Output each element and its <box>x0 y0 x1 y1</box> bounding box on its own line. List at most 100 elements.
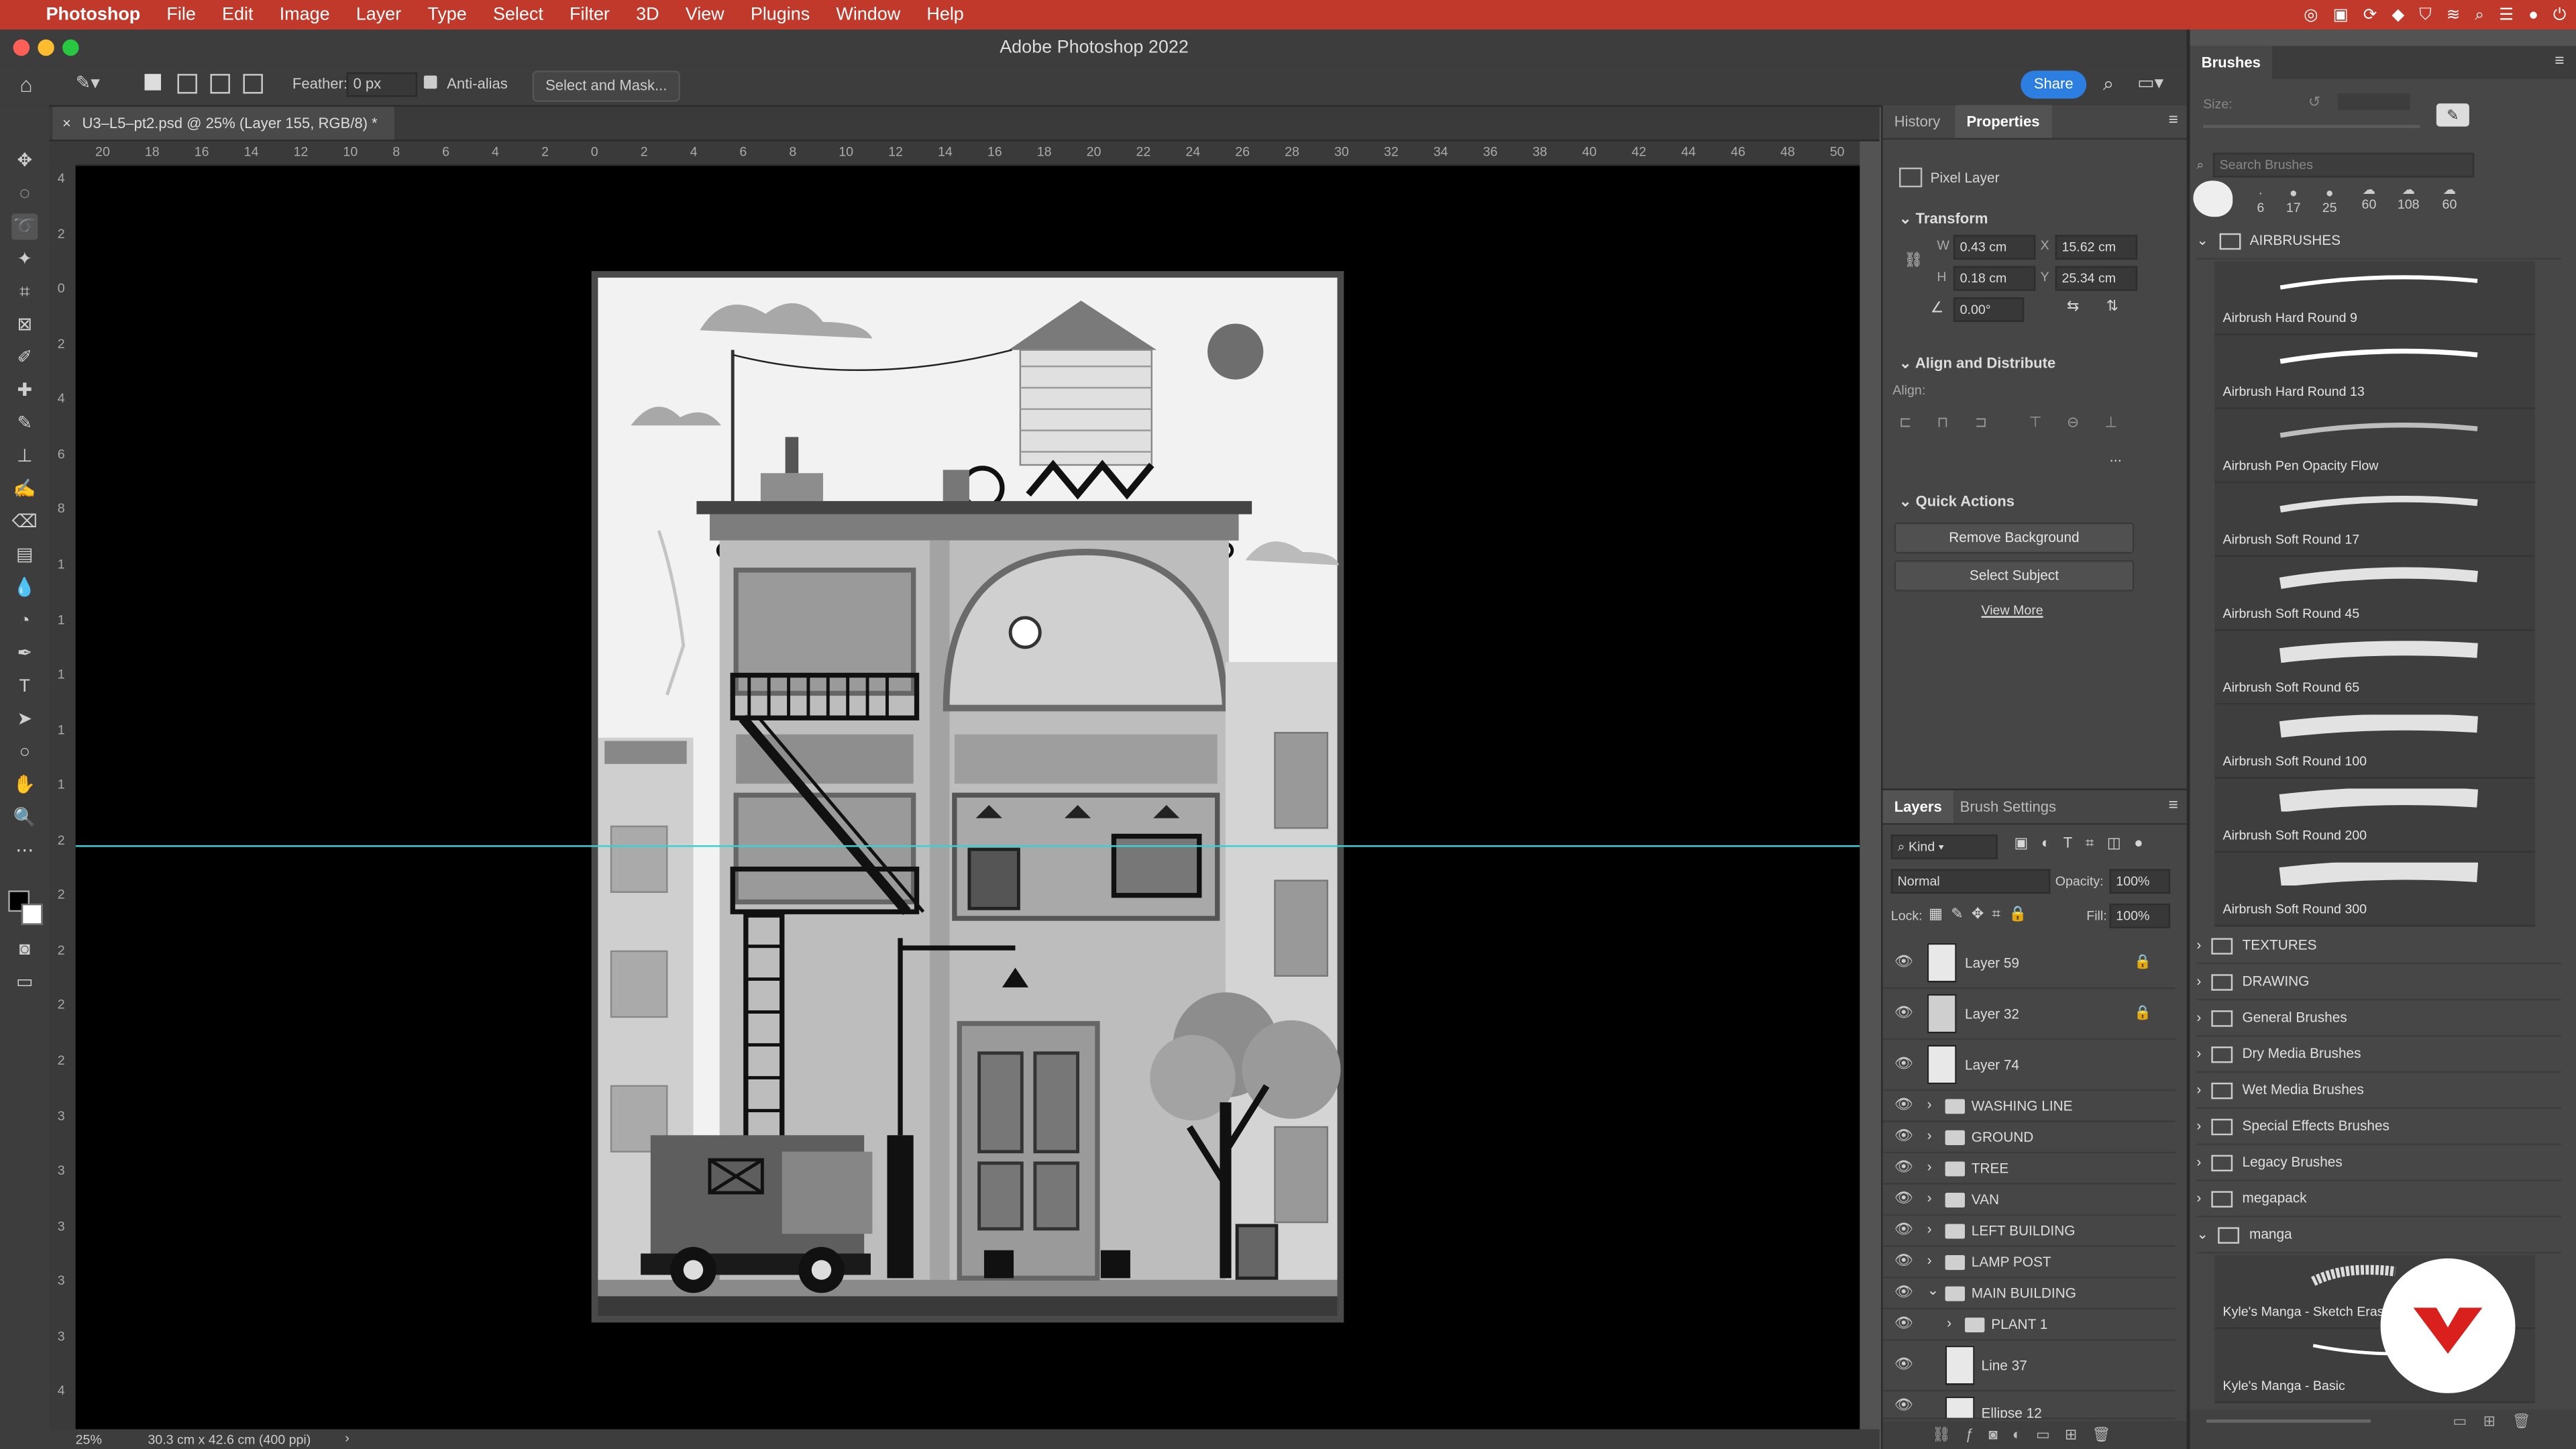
chevron-right-icon[interactable]: › <box>1927 1221 1932 1237</box>
menu-type[interactable]: Type <box>415 5 480 24</box>
canvas-area[interactable] <box>75 166 1860 1430</box>
history-brush-icon[interactable]: ✍ <box>11 476 38 502</box>
tab-layers[interactable]: Layers <box>1882 790 1953 823</box>
chevron-right-icon[interactable]: › <box>1947 1314 1951 1330</box>
home-icon[interactable]: ⌂ <box>19 72 32 97</box>
frame-tool-icon[interactable]: ⊠ <box>11 312 38 338</box>
brush-footer-icons[interactable]: ▭⊞🗑 <box>2453 1413 2547 1431</box>
brush-item[interactable]: Airbrush Hard Round 9 <box>2214 261 2535 335</box>
dodge-tool-icon[interactable]: ◔ <box>11 608 38 634</box>
flip-horizontal-icon[interactable]: ⇆ <box>2067 297 2079 315</box>
screen-mode-icon[interactable]: ▭ <box>11 969 38 996</box>
brush-item[interactable]: Airbrush Soft Round 300 <box>2214 853 2535 927</box>
intersect-selection-icon[interactable] <box>243 74 263 94</box>
menu-view[interactable]: View <box>672 5 737 24</box>
sync-icon[interactable]: ⟳ <box>2363 6 2377 24</box>
brush-item[interactable]: Airbrush Pen Opacity Flow <box>2214 409 2535 484</box>
path-selection-icon[interactable]: ➤ <box>11 706 38 733</box>
brush-item[interactable]: Airbrush Hard Round 13 <box>2214 335 2535 409</box>
panel-menu-icon[interactable]: ≡ <box>2555 52 2564 70</box>
menu-3d[interactable]: 3D <box>623 5 673 24</box>
quick-mask-icon[interactable]: ◙ <box>11 936 38 963</box>
chevron-right-icon[interactable]: › <box>2196 1045 2201 1061</box>
healing-brush-icon[interactable]: ✚ <box>11 378 38 404</box>
document-tab[interactable]: × U3–L5–pt2.psd @ 25% (Layer 155, RGB/8)… <box>52 107 394 140</box>
layer-row[interactable]: 👁 Layer 32 🔒 <box>1882 989 2176 1040</box>
visibility-eye-icon[interactable]: 👁 <box>1894 1055 1913 1073</box>
layer-group-row[interactable]: 👁 › TREE <box>1882 1153 2176 1185</box>
wifi-icon[interactable]: ≋ <box>2447 6 2461 24</box>
search-icon[interactable]: ⌕ <box>2475 6 2484 24</box>
layer-actions-icons[interactable]: ⛓ƒ◙◐▭⊞🗑 <box>1932 1426 2125 1444</box>
brush-preset-6[interactable]: · 6 <box>2249 186 2272 215</box>
layer-group-row[interactable]: 👁 › LAMP POST <box>1882 1247 2176 1279</box>
layer-group-row[interactable]: 👁 › LEFT BUILDING <box>1882 1216 2176 1247</box>
brush-folder-airbrushes[interactable]: ⌄ AIRBRUSHES <box>2196 222 2561 260</box>
reset-icon[interactable]: ↺ <box>2308 94 2320 112</box>
transform-section-title[interactable]: ⌄ Transform <box>1899 210 1988 228</box>
opacity-field[interactable]: 100% <box>2109 869 2171 894</box>
align-bottom-icon[interactable]: ⊥ <box>2104 414 2117 432</box>
layer-row[interactable]: 👁 Line 37 <box>1882 1340 2176 1392</box>
brush-folder-textures[interactable]: › TEXTURES <box>2196 926 2561 965</box>
menu-plugins[interactable]: Plugins <box>737 5 823 24</box>
align-center-icon[interactable]: ⊓ <box>1937 414 1948 432</box>
brush-preset-108[interactable]: ☁ 108 <box>2396 182 2422 212</box>
visibility-eye-icon[interactable]: 👁 <box>1894 1252 1913 1270</box>
chevron-right-icon[interactable]: › <box>1927 1095 1932 1112</box>
layer-group-row[interactable]: 👁 › GROUND <box>1882 1122 2176 1154</box>
layer-group-row[interactable]: 👁 › WASHING LINE <box>1882 1091 2176 1122</box>
brush-tool-icon[interactable]: ✎ <box>11 411 38 437</box>
minimize-window-button[interactable] <box>38 39 54 56</box>
brush-item[interactable]: Airbrush Soft Round 65 <box>2214 631 2535 705</box>
menu-window[interactable]: Window <box>823 5 914 24</box>
blend-mode-select[interactable]: Normal <box>1890 869 2051 894</box>
visibility-eye-icon[interactable]: 👁 <box>1894 953 1913 971</box>
brush-item[interactable]: Airbrush Soft Round 200 <box>2214 778 2535 853</box>
share-button[interactable]: Share <box>2021 70 2087 99</box>
visibility-eye-icon[interactable]: 👁 <box>1894 1004 1913 1022</box>
hand-tool-icon[interactable]: ✋ <box>11 772 38 798</box>
brush-folder-dry-media[interactable]: › Dry Media Brushes <box>2196 1035 2561 1073</box>
angle-field[interactable]: 0.00° <box>1953 297 2025 323</box>
layer-row[interactable]: 👁 Layer 74 <box>1882 1040 2176 1091</box>
layer-group-row[interactable]: 👁 › VAN <box>1882 1185 2176 1216</box>
brush-folder-legacy[interactable]: › Legacy Brushes <box>2196 1144 2561 1181</box>
y-field[interactable]: 25.34 cm <box>2055 266 2138 291</box>
type-tool-icon[interactable]: T <box>11 674 38 700</box>
menu-filter[interactable]: Filter <box>556 5 623 24</box>
menu-select[interactable]: Select <box>480 5 556 24</box>
layer-filter-select[interactable]: ⌕ Kind ▾ <box>1890 835 1998 859</box>
close-tab-icon[interactable]: × <box>62 107 71 140</box>
visibility-eye-icon[interactable]: 👁 <box>1894 1355 1913 1373</box>
gradient-tool-icon[interactable]: ▤ <box>11 542 38 568</box>
brush-preset-60[interactable]: ☁ 60 <box>2356 182 2382 212</box>
visibility-eye-icon[interactable]: 👁 <box>1894 1095 1913 1114</box>
visibility-eye-icon[interactable]: 👁 <box>1894 1221 1913 1239</box>
more-tools-icon[interactable]: ⋯ <box>11 838 38 864</box>
align-left-icon[interactable]: ⊏ <box>1899 414 1911 432</box>
flip-vertical-icon[interactable]: ⇅ <box>2106 297 2118 315</box>
link-icon[interactable]: ⛓ <box>1904 252 1923 270</box>
chevron-down-icon[interactable]: ⌄ <box>1927 1281 1939 1299</box>
brush-folder-special-effects[interactable]: › Special Effects Brushes <box>2196 1108 2561 1145</box>
preview-size-slider[interactable] <box>2206 1419 2371 1423</box>
chevron-right-icon[interactable]: › <box>2196 936 2201 953</box>
close-window-button[interactable] <box>13 39 30 56</box>
zoom-level[interactable]: 25% <box>76 1433 102 1448</box>
brush-folder-wet-media[interactable]: › Wet Media Brushes <box>2196 1071 2561 1110</box>
brush-item[interactable]: Airbrush Soft Round 100 <box>2214 704 2535 779</box>
quick-actions-section-title[interactable]: ⌄ Quick Actions <box>1899 493 2015 511</box>
blur-tool-icon[interactable]: 💧 <box>11 575 38 601</box>
zoom-window-button[interactable] <box>62 39 79 56</box>
tab-brush-settings[interactable]: Brush Settings <box>1949 790 2068 823</box>
search-icon[interactable]: ⌕ <box>2103 72 2114 97</box>
background-color-swatch[interactable] <box>21 903 43 925</box>
brush-folder-megapack[interactable]: › megapack <box>2196 1179 2561 1218</box>
x-field[interactable]: 15.62 cm <box>2055 235 2138 260</box>
width-field[interactable]: 0.43 cm <box>1953 235 2036 260</box>
chevron-right-icon[interactable]: › <box>2196 973 2201 989</box>
menu-edit[interactable]: Edit <box>209 5 266 24</box>
chevron-down-icon[interactable]: ⌄ <box>2196 231 2208 248</box>
magic-wand-icon[interactable]: ✦ <box>11 246 38 272</box>
